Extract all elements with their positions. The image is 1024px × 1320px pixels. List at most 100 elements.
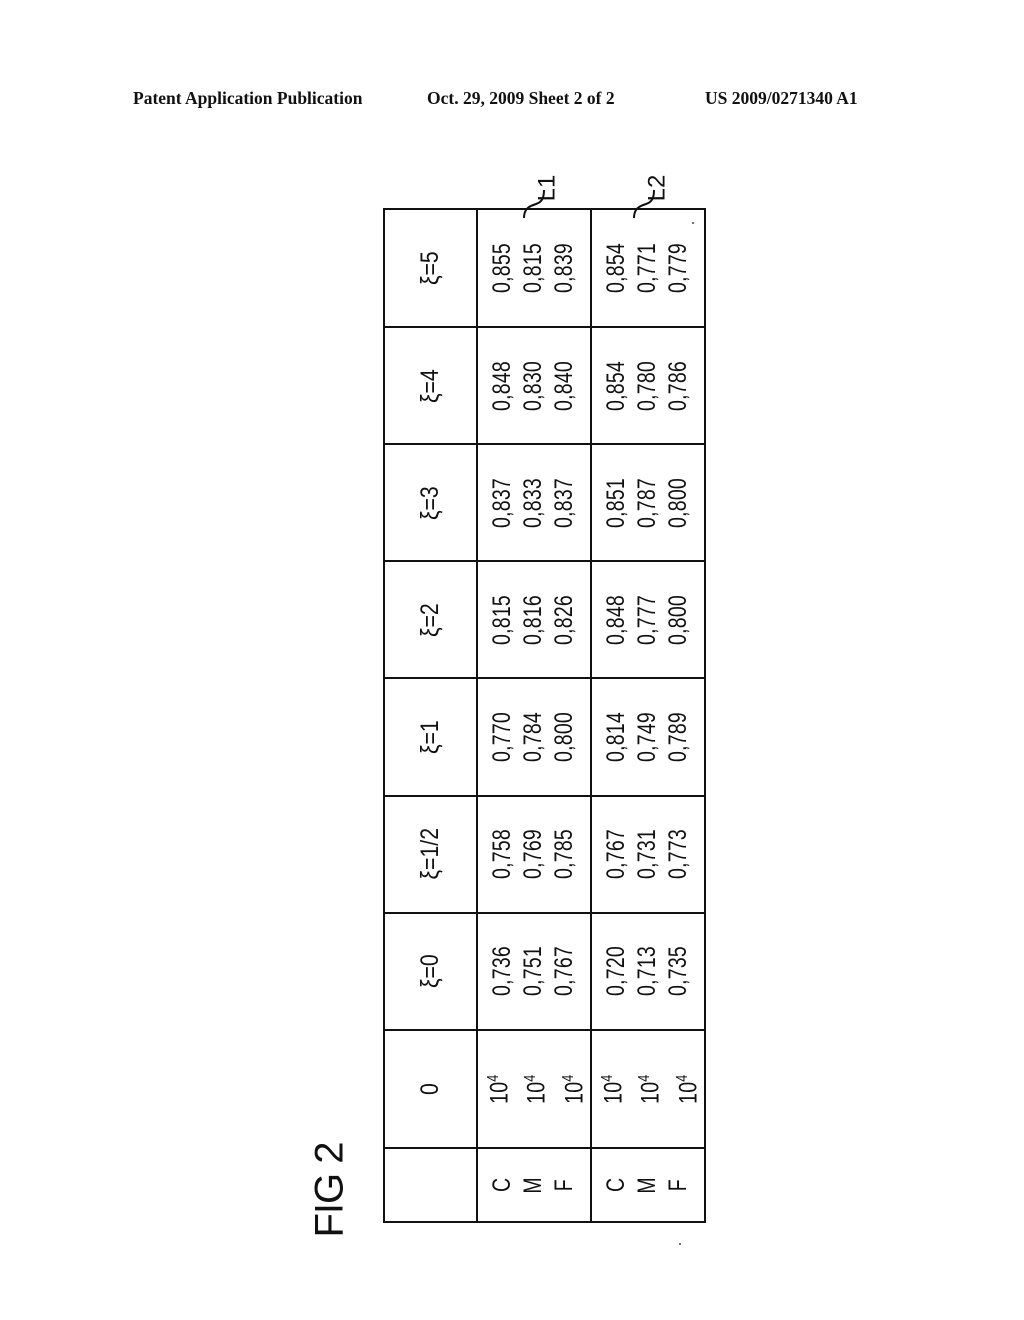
figure-label: FIG 2	[300, 1142, 360, 1237]
value-text: 0,713	[633, 946, 662, 997]
value-text: 0,785	[550, 829, 579, 880]
value-text: 0,751	[519, 946, 548, 997]
header-cell-text: ξ=5	[416, 251, 444, 285]
value-text: 0,771	[633, 243, 662, 294]
header-cell-text: ξ=3	[416, 485, 444, 520]
lead-label-l2: L2	[643, 174, 671, 202]
value-text: 0,758	[488, 829, 517, 880]
value-text: 0,800	[550, 712, 579, 763]
header-cell-text: ξ=4	[416, 368, 444, 403]
zero-value: 104	[553, 1074, 590, 1103]
zero-value-base: 10	[485, 1081, 514, 1104]
header-cell: ξ=2	[384, 561, 477, 679]
value-cell: 0,767 0,731 0,773	[590, 795, 705, 913]
value-text: 0,848	[602, 594, 631, 645]
zero-column-cell: 104 104 104	[590, 1029, 705, 1148]
value-text: 0,855	[488, 243, 517, 294]
zero-value-exponent: 4	[522, 1074, 540, 1082]
zero-value-exponent: 4	[559, 1074, 577, 1082]
row-label: C	[488, 1177, 517, 1193]
header-cell-text: ξ=0	[416, 954, 444, 989]
value-text: 0,800	[664, 594, 693, 645]
value-cell: 0,848 0,777 0,800	[590, 561, 705, 679]
header-cell: 0	[384, 1029, 477, 1148]
value-text: 0,789	[664, 712, 693, 763]
value-cell: 0,736 0,751 0,767	[477, 912, 591, 1030]
header-cell-text: ξ=1	[416, 720, 444, 754]
value-cell: 0,814 0,749 0,789	[590, 678, 705, 796]
zero-value-base: 10	[673, 1081, 702, 1104]
value-text: 0,779	[664, 243, 693, 294]
value-text: 0,769	[519, 829, 548, 880]
value-text: 0,854	[602, 243, 631, 294]
row-label: F	[664, 1178, 693, 1192]
value-text: 0,837	[550, 477, 579, 528]
value-cell: 0,720 0,713 0,735	[590, 912, 705, 1030]
value-cell: 0,855 0,815 0,839	[477, 209, 591, 328]
zero-value-base: 10	[636, 1081, 665, 1104]
header-cell: ξ=5	[384, 209, 477, 328]
value-cell: 0,854 0,771 0,779	[590, 209, 705, 328]
row-label-cell: CMF	[590, 1147, 705, 1222]
zero-value-base: 10	[559, 1081, 588, 1104]
header-cell: ξ=1/2	[384, 795, 477, 913]
value-text: 0,736	[488, 946, 517, 997]
results-table-container: 0 ξ=0 ξ=1/2 ξ=1 ξ=2 ξ=3 ξ=4 ξ=5 C M F 104 104 104 0,73…	[383, 208, 705, 1223]
header-cell-empty	[384, 1147, 477, 1222]
scan-speck	[679, 1243, 681, 1245]
table-row-group-l1: C M F 104 104 104 0,736 0,751 0,767 0,758 0,769 0,7…	[477, 209, 591, 1222]
lead-label-l1: L1	[533, 174, 561, 202]
row-label: F	[550, 1178, 579, 1192]
value-cell: 0,837 0,833 0,837	[477, 444, 591, 562]
value-cell: 0,851 0,787 0,800	[590, 444, 705, 562]
value-text: 0,784	[519, 712, 548, 763]
zero-value-base: 10	[599, 1081, 628, 1104]
value-text: 0,837	[488, 477, 517, 528]
value-text: 0,848	[488, 360, 517, 411]
value-text: 0,815	[488, 594, 517, 645]
value-text: 0,815	[519, 243, 548, 294]
value-cell: 0,770 0,784 0,800	[477, 678, 591, 796]
value-text: 0,851	[602, 477, 631, 528]
figure-label-text: FIG 2	[307, 1142, 352, 1238]
value-text: 0,720	[602, 946, 631, 997]
value-text: 0,731	[633, 829, 662, 880]
value-text: 0,787	[633, 477, 662, 528]
value-text: 0,767	[602, 829, 631, 880]
value-text: 0,814	[602, 712, 631, 763]
row-label: M	[633, 1176, 662, 1194]
header-cell-text: ξ=1/2	[416, 828, 444, 880]
header-cell: ξ=0	[384, 912, 477, 1030]
header-cell: ξ=1	[384, 678, 477, 796]
value-cell: 0,854 0,780 0,786	[590, 327, 705, 445]
row-label: M	[519, 1176, 548, 1194]
value-text: 0,854	[602, 360, 631, 411]
publication-type: Patent Application Publication	[133, 88, 363, 108]
value-text: 0,826	[550, 594, 579, 645]
results-table: 0 ξ=0 ξ=1/2 ξ=1 ξ=2 ξ=3 ξ=4 ξ=5 C M F 104 104 104 0,73…	[383, 208, 706, 1223]
value-text: 0,833	[519, 477, 548, 528]
table-row-group-l2: C M F 104 104 104 0,720 0,713 0,735 0,767 0,731 0,7…	[590, 209, 705, 1222]
value-text: 0,777	[633, 594, 662, 645]
zero-value-exponent: 4	[598, 1074, 616, 1082]
value-cell: 0,848 0,830 0,840	[477, 327, 591, 445]
value-cell: 0,758 0,769 0,785	[477, 795, 591, 913]
value-text: 0,735	[664, 946, 693, 997]
row-label-cell: CMF	[477, 1147, 591, 1222]
zero-value: 104	[629, 1074, 666, 1103]
value-text: 0,840	[550, 360, 579, 411]
zero-value: 104	[515, 1074, 552, 1103]
zero-value: 104	[667, 1074, 704, 1103]
value-text: 0,780	[633, 360, 662, 411]
value-cell: 0,815 0,816 0,826	[477, 561, 591, 679]
header-cell-text: ξ=2	[416, 603, 444, 637]
value-text: 0,749	[633, 712, 662, 763]
zero-value: 104	[592, 1074, 629, 1103]
scan-speck	[692, 222, 694, 224]
zero-value: 104	[478, 1074, 515, 1103]
zero-column-cell: 104 104 104	[477, 1029, 591, 1148]
row-label: C	[602, 1177, 631, 1193]
value-text: 0,770	[488, 712, 517, 763]
value-text: 0,773	[664, 829, 693, 880]
publication-date-sheet: Oct. 29, 2009 Sheet 2 of 2	[427, 88, 615, 108]
